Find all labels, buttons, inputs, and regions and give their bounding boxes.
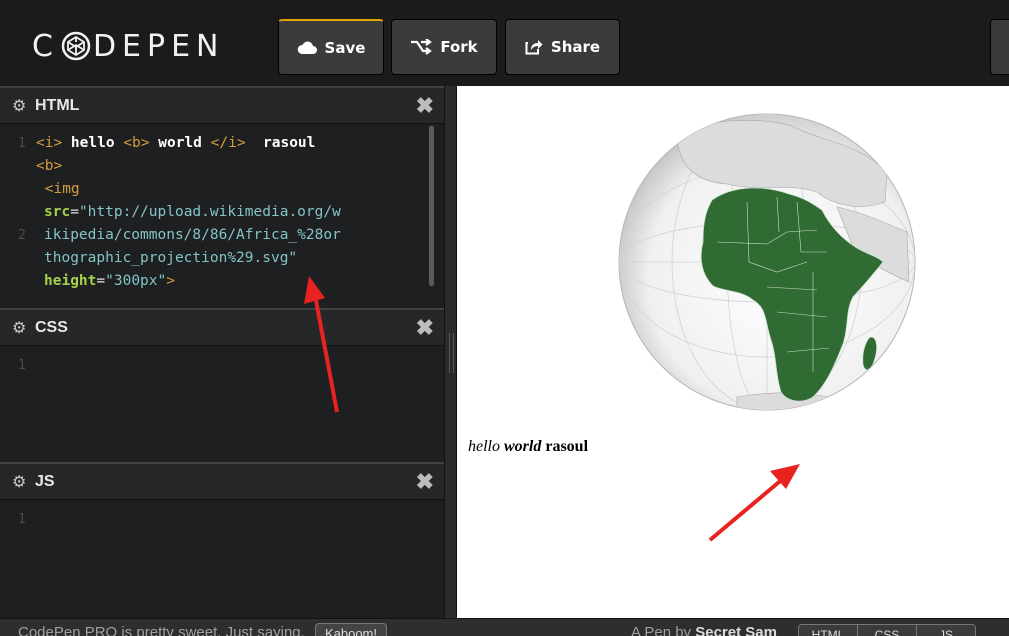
preview-italic-text: hello	[468, 438, 504, 455]
token: =	[70, 204, 79, 220]
resize-divider[interactable]	[444, 86, 457, 618]
view-switcher: HTML CSS JS	[798, 624, 976, 636]
preview-bold-italic-text: world	[504, 438, 542, 455]
footer-promo-text: CodePen PRO is pretty sweet. Just saying…	[18, 624, 305, 636]
fork-label: Fork	[440, 38, 478, 56]
gear-icon[interactable]: ⚙	[12, 318, 30, 338]
token: </i>	[210, 135, 246, 151]
footer-credit: A Pen by Secret Sam	[631, 624, 777, 636]
code-line: <img	[36, 178, 80, 201]
css-code-area[interactable]: 1	[0, 348, 430, 458]
view-tab-js[interactable]: JS	[917, 625, 975, 636]
code-line: height="300px">	[44, 270, 175, 293]
codepen-logo[interactable]: C DEPEN	[32, 26, 225, 66]
logo-text-right: DEPEN	[92, 28, 225, 64]
html-editor-scrollbar[interactable]	[429, 126, 434, 286]
settings-button-edge[interactable]	[990, 19, 1009, 75]
token: hello	[62, 135, 124, 151]
share-label: Share	[550, 38, 601, 56]
preview-pane: hello world rasoul	[457, 86, 1009, 618]
close-icon[interactable]: ✖	[416, 317, 434, 339]
js-panel-title: JS	[35, 472, 55, 490]
token: src	[44, 204, 71, 220]
fork-button[interactable]: Fork	[391, 19, 497, 75]
html-editor-panel: ⚙ HTML ✖ 1 2 <i> hello <b> world </i> ra…	[0, 86, 444, 308]
save-label: Save	[324, 38, 366, 57]
html-panel-title: HTML	[35, 96, 80, 114]
token: <img	[44, 181, 80, 197]
token: <i>	[36, 135, 63, 151]
token: "300px"	[105, 273, 167, 289]
code-line: thographic_projection%29.svg"	[44, 247, 297, 270]
africa-globe-image	[618, 113, 916, 411]
line-number: 1	[18, 512, 26, 527]
code-line: src="http://upload.wikimedia.org/w	[44, 201, 341, 224]
token: height	[44, 273, 97, 289]
logo-text-left: C	[32, 28, 59, 64]
token: rasoul	[245, 135, 316, 151]
close-icon[interactable]: ✖	[416, 471, 434, 493]
css-editor-panel: ⚙ CSS ✖ 1	[0, 308, 444, 462]
footer-bar: CodePen PRO is pretty sweet. Just saying…	[0, 618, 1009, 636]
kaboom-button[interactable]: Kaboom!	[315, 623, 387, 636]
token: thographic_projection%29.svg"	[44, 250, 298, 266]
token: "http://upload.wikimedia.org/w	[78, 204, 341, 220]
js-editor-panel: ⚙ JS ✖ 1	[0, 462, 444, 618]
token: >	[166, 273, 175, 289]
token: <b>	[36, 158, 63, 174]
token: world	[149, 135, 211, 151]
view-tab-css[interactable]: CSS	[858, 625, 917, 636]
token: ikipedia/commons/8/86/Africa_%28or	[44, 227, 341, 243]
save-button[interactable]: Save	[278, 19, 384, 75]
share-button[interactable]: Share	[505, 19, 620, 75]
html-panel-header: ⚙ HTML ✖	[0, 86, 444, 124]
code-line: ikipedia/commons/8/86/Africa_%28or	[44, 224, 341, 247]
credit-prefix: A Pen by	[631, 624, 696, 636]
preview-bold-text: rasoul	[541, 438, 589, 455]
author-link[interactable]: Secret Sam	[695, 624, 777, 636]
gear-icon[interactable]: ⚙	[12, 96, 30, 116]
line-number: 1	[18, 358, 26, 373]
gear-icon[interactable]: ⚙	[12, 472, 30, 492]
js-code-area[interactable]: 1	[0, 502, 430, 612]
line-number: 1	[18, 136, 26, 151]
share-icon	[525, 40, 543, 55]
cloud-icon	[297, 41, 317, 54]
preview-output-text: hello world rasoul	[468, 438, 588, 456]
editor-column: ⚙ HTML ✖ 1 2 <i> hello <b> world </i> ra…	[0, 86, 444, 618]
code-line: <i> hello <b> world </i> rasoul	[36, 132, 315, 155]
codepen-cube-icon	[61, 31, 91, 61]
fork-icon	[411, 39, 433, 55]
code-line: <b>	[36, 155, 62, 178]
line-number: 2	[18, 228, 26, 243]
css-panel-title: CSS	[35, 318, 68, 336]
css-panel-header: ⚙ CSS ✖	[0, 308, 444, 346]
token: =	[96, 273, 106, 289]
js-panel-header: ⚙ JS ✖	[0, 462, 444, 500]
top-bar: C DEPEN Save Fork Share	[0, 0, 1009, 87]
resize-grip[interactable]	[449, 333, 454, 373]
token: <b>	[123, 135, 150, 151]
view-tab-html[interactable]: HTML	[799, 625, 858, 636]
close-icon[interactable]: ✖	[416, 95, 434, 117]
